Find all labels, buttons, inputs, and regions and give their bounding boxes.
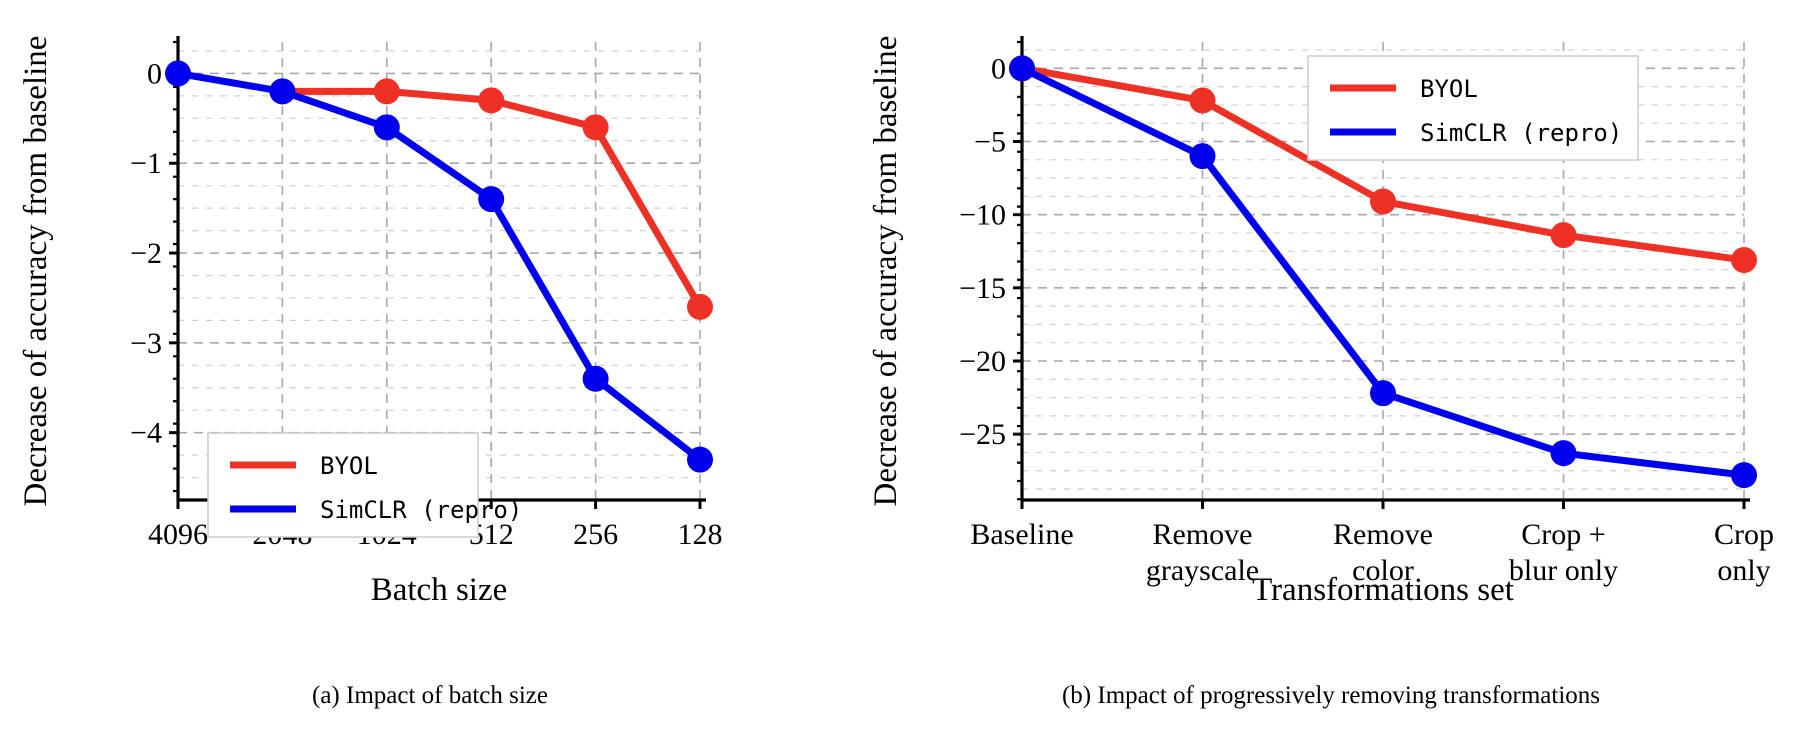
x-tick-label: Remove [1333,518,1433,551]
data-point [269,78,296,105]
caption-b: (b) Impact of progressively removing tra… [1061,682,1601,709]
panel-b-impact-of-transformations: 0 −5 −10 −15 −20 −25 Baseline Remove grayscale Re… [860,0,1802,752]
y-tick-label: 0 [147,57,162,90]
y-tick-label: −1 [130,147,162,180]
legend-label-simclr: SimCLR (repro) [1420,119,1622,147]
y-tick-label: −10 [959,199,1006,232]
data-point [582,114,609,141]
x-tick-label: 4096 [148,518,208,551]
data-point [373,78,400,105]
y-tick-label: −25 [959,418,1006,451]
data-point [687,446,713,473]
series-line-simclr [174,69,704,464]
data-point [478,186,505,213]
y-tick-label: −20 [959,345,1006,378]
chart-b-transformations: 0−5−10−15−20−25Baseline RemovegrayscaleRe… [868,36,1774,608]
x-tick-label: 256 [573,518,618,551]
x-tick-label: blur only [1509,554,1618,587]
data-point [1731,462,1757,489]
y-axis-title: Decrease of accuracy from baseline [18,36,54,507]
legend: BYOL SimCLR (repro) [207,432,522,538]
y-tick-label: 0 [991,52,1006,85]
data-point [373,114,400,141]
data-point [1189,143,1216,170]
data-point [478,87,505,114]
legend: BYOL SimCLR (repro) [1307,55,1639,161]
y-tick-label: −3 [130,327,162,360]
legend-label-byol: BYOL [320,452,378,480]
x-tick-label: Remove [1153,518,1253,551]
y-tick-label: −2 [130,237,162,270]
x-tick-label: only [1717,554,1770,587]
data-point [1370,380,1396,407]
caption-a: (a) Impact of batch size [312,682,548,709]
legend-label-simclr: SimCLR (repro) [320,496,522,524]
x-tick-label: Baseline [970,518,1073,551]
x-axis-title: Batch size [371,572,508,608]
data-point [1370,188,1396,215]
x-axis-title: Transformations set [1252,572,1514,608]
data-point [165,60,191,87]
data-point [1550,222,1577,249]
y-tick-label: −15 [959,272,1006,305]
panel-a-impact-of-batch-size: 0−1−2−3−4409620481024512256128Batch size… [0,0,860,752]
data-point [1550,440,1577,467]
x-tick-label: Crop + [1521,518,1605,551]
data-point [1009,55,1035,82]
data-point [582,365,609,392]
x-tick-label: 128 [678,518,723,551]
y-tick-label: −5 [974,126,1006,159]
x-tick-label: grayscale [1146,554,1259,587]
data-point [687,293,713,320]
x-tick-label: Crop [1714,518,1774,551]
legend-label-byol: BYOL [1420,75,1478,103]
y-axis-title: Decrease of accuracy from baseline [868,36,904,507]
y-tick-label: −4 [130,417,162,450]
figure-container: 0−1−2−3−4409620481024512256128Batch size… [0,0,1802,752]
chart-a-batch-size: 0−1−2−3−4409620481024512256128Batch size… [18,36,723,608]
data-point [1731,247,1757,274]
data-point [1189,87,1216,114]
